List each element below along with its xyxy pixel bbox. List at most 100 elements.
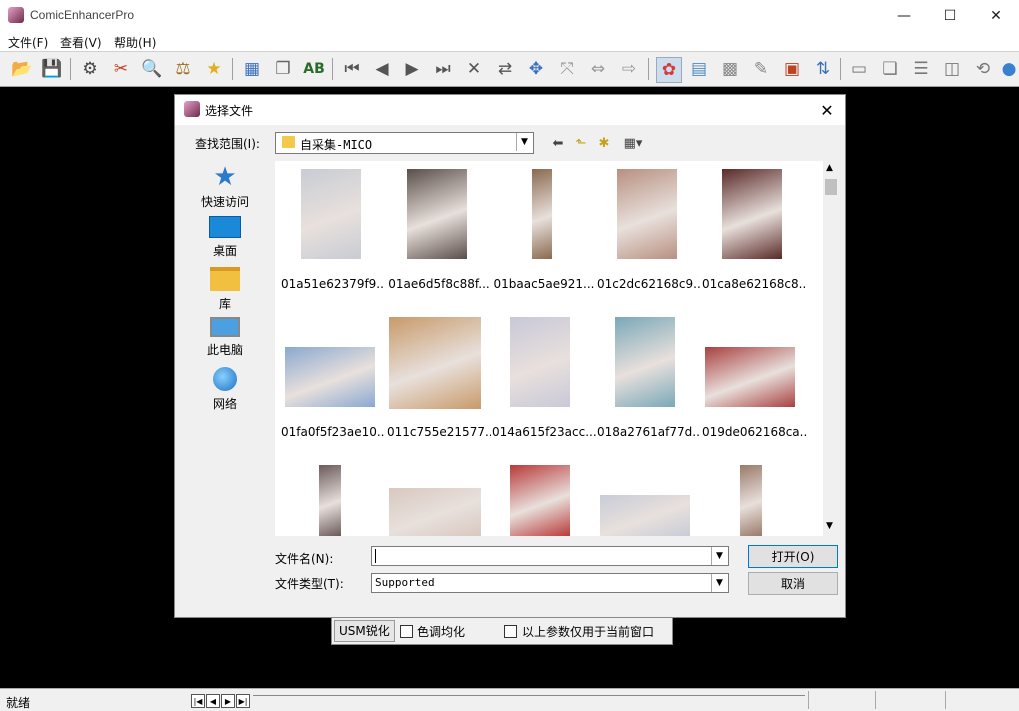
compare-icon[interactable]: ⚖ <box>171 57 195 81</box>
place-this-pc[interactable]: 此电脑 <box>195 317 255 358</box>
window-layout-icon[interactable]: ▭ <box>847 57 871 81</box>
menu-file[interactable]: 文件(F) <box>8 34 48 51</box>
tone-equalize-checkbox[interactable] <box>400 625 413 638</box>
file-name: 01ca8e62168c8... <box>702 277 806 291</box>
info-icon[interactable]: ● <box>1002 57 1017 81</box>
preview-icon[interactable]: 🔍 <box>140 57 164 81</box>
menu-help[interactable]: 帮助(H) <box>114 34 156 51</box>
scroll-up-icon[interactable]: ▲ <box>826 163 833 173</box>
pen-icon[interactable]: ✎ <box>749 57 773 81</box>
up-folder-icon[interactable]: ⬑ <box>572 134 590 152</box>
last-page-icon[interactable]: ⏭ <box>431 57 455 81</box>
file-thumbnail <box>285 347 375 407</box>
status-prev-icon[interactable]: ◀ <box>206 694 220 708</box>
dialog-app-icon <box>184 101 200 117</box>
view-menu-icon[interactable]: ▦▾ <box>619 134 647 152</box>
filename-input[interactable]: ▼ <box>371 546 729 566</box>
file-name: 011c755e21577... <box>387 425 491 439</box>
place-libraries[interactable]: 库 <box>195 267 255 312</box>
status-next-icon[interactable]: ▶ <box>221 694 235 708</box>
favorite-add-icon[interactable]: ★ <box>202 57 226 81</box>
desktop-icon <box>209 216 241 238</box>
toolbar-separator <box>332 58 333 80</box>
minimize-button[interactable]: — <box>881 0 927 31</box>
status-text: 就绪 <box>6 696 31 710</box>
file-name: 01fa0f5f23ae10... <box>281 425 385 439</box>
file-dialog: 选择文件 ✕ 查找范围(I): 自采集-MICO ▼ ⬅ ⬑ ✱ ▦▾ ★ 快速… <box>174 94 846 618</box>
dialog-title-bar: 选择文件 ✕ <box>175 95 845 125</box>
status-first-icon[interactable]: |◀ <box>191 694 205 708</box>
first-page-icon[interactable]: ⏮ <box>340 57 364 81</box>
toolbar-separator <box>840 58 841 80</box>
actual-size-icon[interactable]: ⤧ <box>555 57 579 81</box>
status-divider <box>945 691 946 709</box>
place-desktop[interactable]: 桌面 <box>195 216 255 259</box>
tiles-icon[interactable]: ▩ <box>718 57 742 81</box>
menu-view[interactable]: 查看(V) <box>60 34 102 51</box>
copy-pages-icon[interactable]: ❐ <box>271 57 295 81</box>
file-name: 014a615f23acc... <box>492 425 596 439</box>
close-button[interactable]: ✕ <box>973 0 1019 31</box>
computer-icon <box>210 317 240 337</box>
image-icon[interactable]: ▤ <box>687 57 711 81</box>
scroll-thumb[interactable] <box>825 179 837 195</box>
status-bar: 就绪 |◀ ◀ ▶ ▶| <box>0 688 1019 711</box>
place-label: 库 <box>218 297 231 311</box>
file-list-scrollbar[interactable]: ▲ ▼ <box>823 161 839 536</box>
status-last-icon[interactable]: ▶| <box>236 694 250 708</box>
status-scrollbar[interactable] <box>253 695 805 706</box>
export-icon[interactable]: ⇨ <box>617 57 641 81</box>
file-thumbnail <box>389 488 481 536</box>
text-ab-icon[interactable]: AB <box>302 57 326 81</box>
menu-bar: 文件(F) 查看(V) 帮助(H) <box>0 31 1019 51</box>
refresh-window-icon[interactable]: ⟲ <box>971 57 995 81</box>
tools-icon[interactable]: ✂ <box>109 57 133 81</box>
filetype-value: Supported <box>375 576 435 589</box>
open-folder-icon[interactable]: 📂 <box>10 57 34 81</box>
calendar-icon[interactable]: ▣ <box>780 57 804 81</box>
lookin-dropdown[interactable]: 自采集-MICO ▼ <box>275 132 534 154</box>
chevron-down-icon[interactable]: ▼ <box>711 547 727 565</box>
place-label: 此电脑 <box>206 343 243 357</box>
usm-sharpen-tab[interactable]: USM锐化 <box>334 620 395 642</box>
place-label: 快速访问 <box>200 195 249 209</box>
toolbar-separator <box>70 58 71 80</box>
back-arrow-icon[interactable]: ⬅ <box>549 134 567 152</box>
close-image-icon[interactable]: ✕ <box>462 57 486 81</box>
previous-page-icon[interactable]: ◀ <box>370 57 394 81</box>
next-page-icon[interactable]: ▶ <box>400 57 424 81</box>
swap-icon[interactable]: ⇄ <box>493 57 517 81</box>
fit-width-icon[interactable]: ⇔ <box>586 57 610 81</box>
new-folder-icon[interactable]: ✱ <box>595 134 613 152</box>
tile-vertical-icon[interactable]: ◫ <box>940 57 964 81</box>
status-divider <box>808 691 809 709</box>
file-thumbnail <box>740 465 762 536</box>
dialog-close-icon[interactable]: ✕ <box>815 98 839 122</box>
file-list[interactable]: 01a51e62379f9... 01ae6d5f8c88f... 01baac… <box>275 161 823 536</box>
filetype-dropdown[interactable]: Supported ▼ <box>371 573 729 593</box>
filename-label: 文件名(N): <box>275 552 334 566</box>
sort-icon[interactable]: ⇅ <box>811 57 835 81</box>
chevron-down-icon[interactable]: ▼ <box>516 133 532 151</box>
apply-current-checkbox[interactable] <box>504 625 517 638</box>
open-button[interactable]: 打开(O) <box>748 545 838 568</box>
file-name: 01c2dc62168c9... <box>597 277 701 291</box>
grid-color-icon[interactable]: ▦ <box>240 57 264 81</box>
tile-horizontal-icon[interactable]: ☰ <box>909 57 933 81</box>
fit-window-icon[interactable]: ✥ <box>524 57 548 81</box>
batch-icon[interactable]: ⚙ <box>78 57 102 81</box>
place-quick-access[interactable]: ★ 快速访问 <box>195 164 255 210</box>
file-name: 01ae6d5f8c88f... <box>388 277 490 291</box>
cascade-icon[interactable]: ❏ <box>878 57 902 81</box>
scroll-down-icon[interactable]: ▼ <box>826 521 833 531</box>
chevron-down-icon[interactable]: ▼ <box>711 574 727 592</box>
app-title: ComicEnhancerPro <box>30 8 135 22</box>
place-label: 网络 <box>212 397 237 411</box>
maximize-button[interactable]: ☐ <box>927 0 973 31</box>
place-network[interactable]: 网络 <box>195 367 255 412</box>
lookin-value: 自采集-MICO <box>300 138 373 152</box>
file-name: 01baac5ae921... <box>493 277 595 291</box>
save-icon[interactable]: 💾 <box>40 57 64 81</box>
color-wheel-icon[interactable]: ✿ <box>656 57 682 83</box>
cancel-button[interactable]: 取消 <box>748 572 838 595</box>
